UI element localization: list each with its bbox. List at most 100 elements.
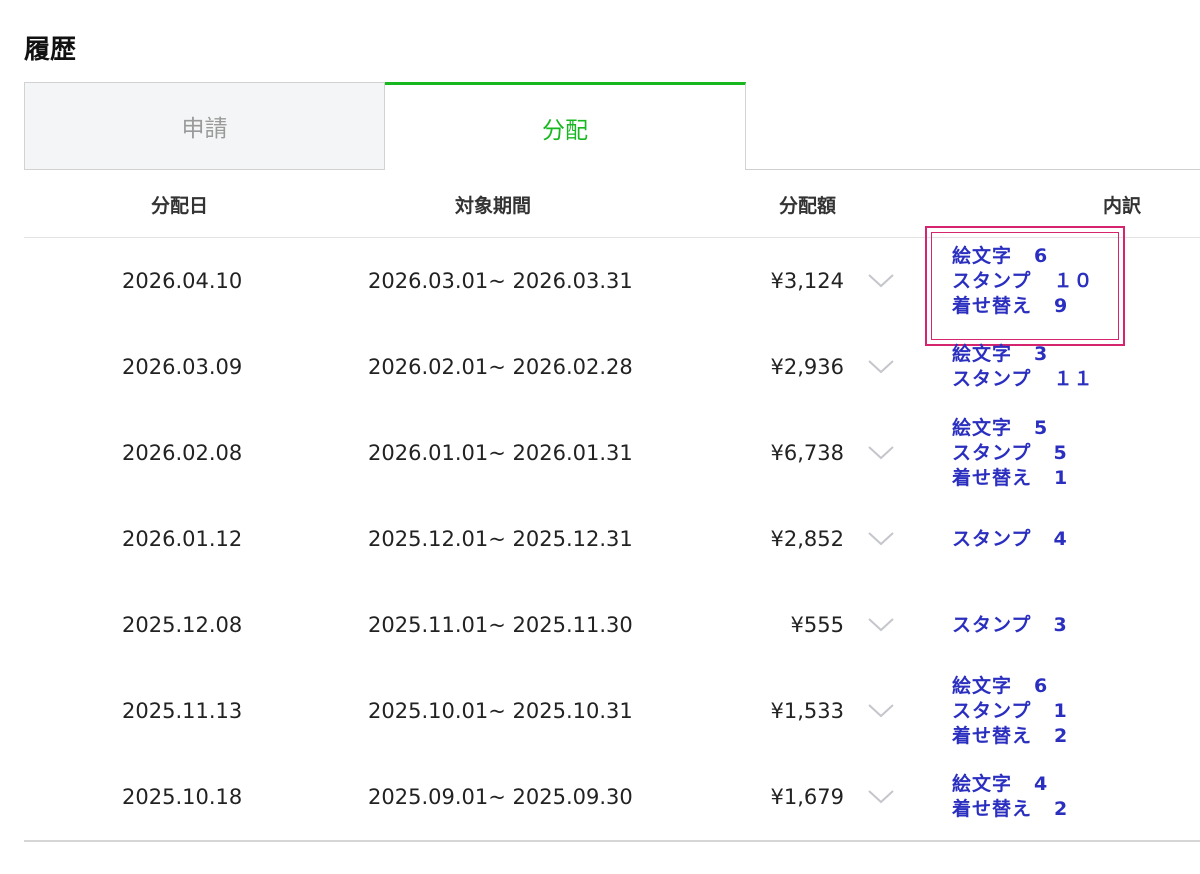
tab-baseline bbox=[745, 169, 1200, 170]
expand-row-button[interactable] bbox=[866, 582, 896, 668]
detail-item[interactable]: 絵文字 3 bbox=[952, 342, 1048, 367]
detail-breakdown: 絵文字 3 スタンプ １１ bbox=[952, 324, 1093, 410]
detail-item-count: １０ bbox=[1053, 269, 1094, 292]
detail-item-label: スタンプ bbox=[952, 269, 1032, 292]
detail-item[interactable]: 着せ替え 2 bbox=[952, 797, 1068, 822]
detail-item-label: 絵文字 bbox=[952, 416, 1013, 439]
target-period: 2026.01.01~ 2026.01.31 bbox=[368, 441, 633, 465]
detail-item-count: 6 bbox=[1034, 674, 1049, 697]
detail-item-label: 着せ替え bbox=[952, 466, 1033, 489]
detail-breakdown: 絵文字 5 スタンプ 5 着せ替え 1 bbox=[952, 410, 1068, 496]
detail-item-label: スタンプ bbox=[952, 527, 1032, 550]
distribution-date: 2026.04.10 bbox=[122, 269, 243, 293]
target-period: 2025.12.01~ 2025.12.31 bbox=[368, 527, 633, 551]
column-header-detail: 内訳 bbox=[1103, 195, 1142, 217]
distribution-amount: ¥2,852 bbox=[770, 527, 844, 551]
detail-item[interactable]: スタンプ 5 bbox=[952, 441, 1068, 466]
expand-row-button[interactable] bbox=[866, 410, 896, 496]
table-row: 2026.03.09 2026.02.01~ 2026.02.28 ¥2,936 絵文… bbox=[24, 324, 1200, 410]
tab-application[interactable]: 申請 bbox=[24, 82, 385, 170]
tab-distribution-label: 分配 bbox=[542, 117, 588, 144]
distribution-amount: ¥3,124 bbox=[770, 269, 844, 293]
detail-breakdown: 絵文字 4 着せ替え 2 bbox=[952, 754, 1068, 840]
detail-item-label: 着せ替え bbox=[952, 798, 1033, 820]
detail-item-count: 2 bbox=[1054, 724, 1069, 747]
detail-item-label: 絵文字 bbox=[952, 343, 1013, 365]
table-row: 2025.10.18 2025.09.01~ 2025.09.30 ¥1,679 絵文… bbox=[24, 754, 1200, 842]
distribution-amount: ¥555 bbox=[790, 613, 844, 637]
distribution-date: 2026.02.08 bbox=[122, 441, 243, 465]
detail-item-label: 絵文字 bbox=[952, 773, 1013, 795]
distribution-amount: ¥2,936 bbox=[770, 355, 844, 379]
detail-item[interactable]: 絵文字 6 bbox=[952, 674, 1048, 699]
target-period: 2026.03.01~ 2026.03.31 bbox=[368, 269, 633, 293]
chevron-down-icon bbox=[868, 618, 894, 632]
detail-item-count: １１ bbox=[1053, 368, 1094, 390]
detail-item-count: 5 bbox=[1034, 416, 1049, 439]
detail-item-label: 絵文字 bbox=[952, 244, 1013, 267]
page-title: 履歴 bbox=[24, 35, 77, 65]
detail-item[interactable]: スタンプ 4 bbox=[952, 527, 1068, 552]
detail-item-label: 着せ替え bbox=[952, 294, 1033, 317]
chevron-down-icon bbox=[868, 532, 894, 546]
detail-item-count: 5 bbox=[1053, 441, 1068, 464]
detail-item[interactable]: 着せ替え 2 bbox=[952, 724, 1068, 749]
target-period: 2025.10.01~ 2025.10.31 bbox=[368, 699, 633, 723]
column-header-period: 対象期間 bbox=[455, 195, 532, 217]
chevron-down-icon bbox=[868, 446, 894, 460]
detail-item[interactable]: 絵文字 6 bbox=[952, 244, 1048, 269]
detail-item-count: 4 bbox=[1034, 773, 1049, 795]
column-header-date: 分配日 bbox=[151, 195, 209, 217]
distribution-amount: ¥6,738 bbox=[770, 441, 844, 465]
detail-item-label: 着せ替え bbox=[952, 724, 1033, 747]
target-period: 2025.09.01~ 2025.09.30 bbox=[368, 785, 633, 809]
expand-row-button[interactable] bbox=[866, 238, 896, 324]
detail-item-label: スタンプ bbox=[952, 699, 1032, 722]
chevron-down-icon bbox=[868, 360, 894, 374]
table-row: 2025.11.13 2025.10.01~ 2025.10.31 ¥1,533 絵文… bbox=[24, 668, 1200, 754]
detail-item-count: 2 bbox=[1054, 798, 1069, 820]
detail-item[interactable]: スタンプ １１ bbox=[952, 367, 1093, 392]
target-period: 2026.02.01~ 2026.02.28 bbox=[368, 355, 633, 379]
distribution-date: 2025.12.08 bbox=[122, 613, 243, 637]
detail-item-label: スタンプ bbox=[952, 441, 1032, 464]
detail-breakdown: 絵文字 6 スタンプ １０ 着せ替え 9 bbox=[952, 238, 1093, 324]
distribution-amount: ¥1,679 bbox=[770, 785, 844, 809]
detail-item-count: 6 bbox=[1034, 244, 1049, 267]
detail-item[interactable]: スタンプ 3 bbox=[952, 613, 1068, 638]
detail-item[interactable]: 絵文字 5 bbox=[952, 416, 1048, 441]
expand-row-button[interactable] bbox=[866, 754, 896, 840]
detail-item[interactable]: スタンプ １０ bbox=[952, 269, 1093, 294]
detail-item-count: 3 bbox=[1034, 343, 1049, 365]
table-header: 分配日 対象期間 分配額 内訳 bbox=[24, 171, 1200, 238]
detail-item[interactable]: 着せ替え 9 bbox=[952, 294, 1068, 319]
tab-distribution[interactable]: 分配 bbox=[385, 82, 746, 170]
distribution-date: 2026.01.12 bbox=[122, 527, 243, 551]
detail-item-label: 絵文字 bbox=[952, 674, 1013, 697]
detail-item-label: スタンプ bbox=[952, 613, 1032, 636]
detail-item-count: 1 bbox=[1054, 466, 1069, 489]
distribution-date: 2026.03.09 bbox=[122, 355, 243, 379]
detail-item-count: 1 bbox=[1053, 699, 1068, 722]
table-row: 2026.02.08 2026.01.01~ 2026.01.31 ¥6,738 絵文… bbox=[24, 410, 1200, 496]
expand-row-button[interactable] bbox=[866, 668, 896, 754]
detail-item[interactable]: 絵文字 4 bbox=[952, 772, 1048, 797]
detail-item-label: スタンプ bbox=[952, 368, 1032, 390]
expand-row-button[interactable] bbox=[866, 324, 896, 410]
detail-item[interactable]: スタンプ 1 bbox=[952, 699, 1068, 724]
chevron-down-icon bbox=[868, 790, 894, 804]
detail-item[interactable]: 着せ替え 1 bbox=[952, 466, 1068, 491]
table-row: 2026.01.12 2025.12.01~ 2025.12.31 ¥2,852 スタ… bbox=[24, 496, 1200, 582]
table-row: 2025.12.08 2025.11.01~ 2025.11.30 ¥555 スタンプ… bbox=[24, 582, 1200, 668]
distribution-table-body: 2026.04.10 2026.03.01~ 2026.03.31 ¥3,124 絵文… bbox=[24, 226, 1200, 842]
detail-item-count: 3 bbox=[1053, 613, 1068, 636]
detail-item-count: 4 bbox=[1053, 527, 1068, 550]
distribution-amount: ¥1,533 bbox=[770, 699, 844, 723]
table-row: 2026.04.10 2026.03.01~ 2026.03.31 ¥3,124 絵文… bbox=[24, 226, 1200, 346]
distribution-date: 2025.11.13 bbox=[122, 699, 243, 723]
expand-row-button[interactable] bbox=[866, 496, 896, 582]
tab-application-label: 申請 bbox=[181, 116, 228, 142]
detail-breakdown: スタンプ 3 bbox=[952, 582, 1068, 668]
distribution-date: 2025.10.18 bbox=[122, 785, 243, 809]
target-period: 2025.11.01~ 2025.11.30 bbox=[368, 613, 633, 637]
